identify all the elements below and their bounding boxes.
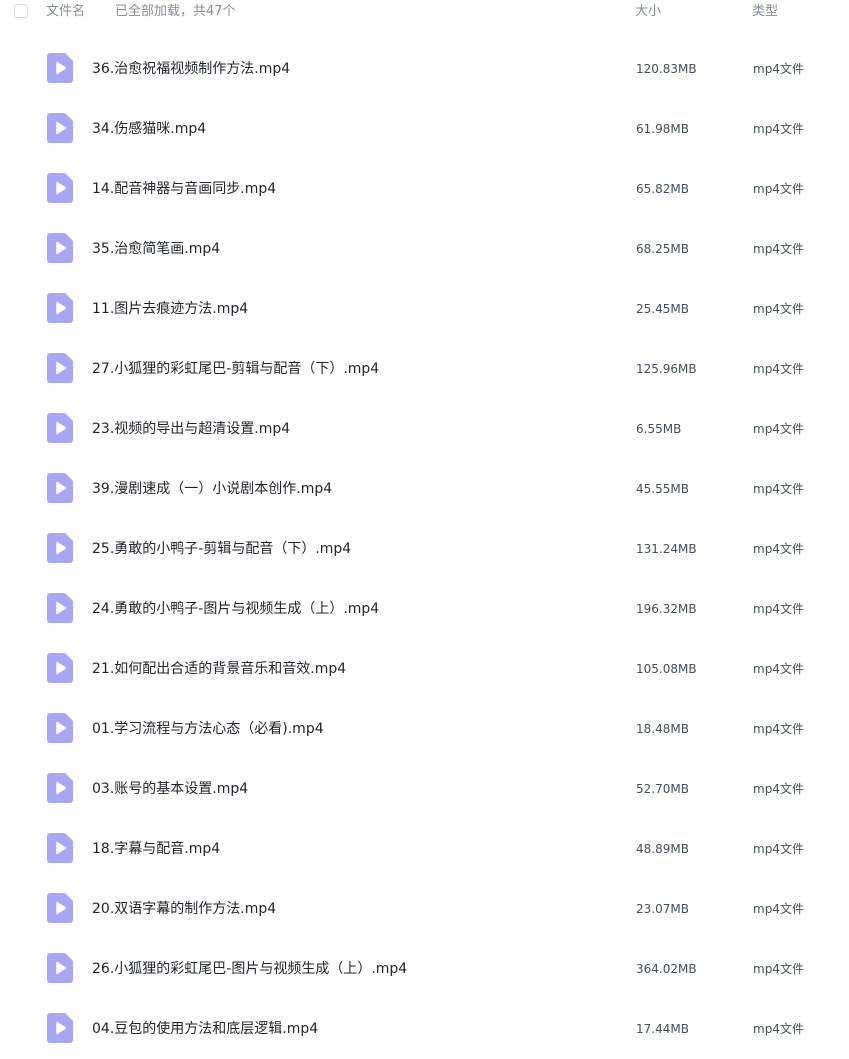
file-name[interactable]: 26.小狐狸的彩虹尾巴-图片与视频生成（上）.mp4 (92, 960, 407, 978)
file-name[interactable]: 03.账号的基本设置.mp4 (92, 780, 248, 798)
file-row[interactable]: 39.漫剧速成（一）小说剧本创作.mp4 45.55MB mp4文件 (0, 459, 849, 519)
file-type: mp4文件 (753, 842, 804, 856)
file-row[interactable]: 21.如何配出合适的背景音乐和音效.mp4 105.08MB mp4文件 (0, 639, 849, 699)
video-file-icon (47, 473, 73, 503)
select-all-checkbox[interactable] (14, 4, 28, 18)
file-type: mp4文件 (753, 902, 804, 916)
file-name[interactable]: 18.字幕与配音.mp4 (92, 840, 220, 858)
file-name[interactable]: 34.伤感猫咪.mp4 (92, 120, 206, 138)
file-row[interactable]: 24.勇敢的小鸭子-图片与视频生成（上）.mp4 196.32MB mp4文件 (0, 579, 849, 639)
video-file-icon (47, 353, 73, 383)
file-type: mp4文件 (753, 302, 804, 316)
file-row[interactable]: 14.配音神器与音画同步.mp4 65.82MB mp4文件 (0, 159, 849, 219)
file-size: 105.08MB (636, 662, 697, 676)
video-file-icon (47, 233, 73, 263)
file-row[interactable]: 36.治愈祝福视频制作方法.mp4 120.83MB mp4文件 (0, 39, 849, 99)
file-name[interactable]: 25.勇敢的小鸭子-剪辑与配音（下）.mp4 (92, 540, 351, 558)
video-file-icon (47, 653, 73, 683)
file-type: mp4文件 (753, 1022, 804, 1036)
file-row[interactable]: 27.小狐狸的彩虹尾巴-剪辑与配音（下）.mp4 125.96MB mp4文件 (0, 339, 849, 399)
file-row[interactable]: 11.图片去痕迹方法.mp4 25.45MB mp4文件 (0, 279, 849, 339)
video-file-icon (47, 53, 73, 83)
file-type: mp4文件 (753, 482, 804, 496)
file-name[interactable]: 23.视频的导出与超清设置.mp4 (92, 420, 290, 438)
file-type: mp4文件 (753, 362, 804, 376)
file-name[interactable]: 27.小狐狸的彩虹尾巴-剪辑与配音（下）.mp4 (92, 360, 379, 378)
file-type: mp4文件 (753, 962, 804, 976)
file-name[interactable]: 01.学习流程与方法心态（必看).mp4 (92, 720, 324, 738)
file-type: mp4文件 (753, 542, 804, 556)
file-type: mp4文件 (753, 122, 804, 136)
file-name[interactable]: 11.图片去痕迹方法.mp4 (92, 300, 248, 318)
video-file-icon (47, 1013, 73, 1043)
file-size: 61.98MB (636, 122, 689, 136)
file-name[interactable]: 14.配音神器与音画同步.mp4 (92, 180, 276, 198)
file-size: 45.55MB (636, 482, 689, 496)
file-name[interactable]: 04.豆包的使用方法和底层逻辑.mp4 (92, 1020, 318, 1038)
file-size: 23.07MB (636, 902, 689, 916)
file-name[interactable]: 36.治愈祝福视频制作方法.mp4 (92, 60, 290, 78)
file-row[interactable]: 01.学习流程与方法心态（必看).mp4 18.48MB mp4文件 (0, 699, 849, 759)
video-file-icon (47, 893, 73, 923)
video-file-icon (47, 773, 73, 803)
file-name[interactable]: 39.漫剧速成（一）小说剧本创作.mp4 (92, 480, 332, 498)
file-row[interactable]: 26.小狐狸的彩虹尾巴-图片与视频生成（上）.mp4 364.02MB mp4文件 (0, 939, 849, 999)
video-file-icon (47, 113, 73, 143)
file-type: mp4文件 (753, 602, 804, 616)
column-header-filename[interactable]: 文件名 (46, 4, 85, 20)
video-file-icon (47, 173, 73, 203)
file-type: mp4文件 (753, 782, 804, 796)
video-file-icon (47, 293, 73, 323)
video-file-icon (47, 953, 73, 983)
video-file-icon (47, 413, 73, 443)
file-row[interactable]: 25.勇敢的小鸭子-剪辑与配音（下）.mp4 131.24MB mp4文件 (0, 519, 849, 579)
video-file-icon (47, 533, 73, 563)
file-type: mp4文件 (753, 62, 804, 76)
file-size: 48.89MB (636, 842, 689, 856)
video-file-icon (47, 713, 73, 743)
file-row[interactable]: 04.豆包的使用方法和底层逻辑.mp4 17.44MB mp4文件 (0, 999, 849, 1059)
file-name[interactable]: 21.如何配出合适的背景音乐和音效.mp4 (92, 660, 346, 678)
file-type: mp4文件 (753, 242, 804, 256)
file-size: 131.24MB (636, 542, 697, 556)
loaded-status-text: 已全部加载，共47个 (115, 4, 236, 19)
file-size: 17.44MB (636, 1022, 689, 1036)
file-size: 68.25MB (636, 242, 689, 256)
file-size: 364.02MB (636, 962, 697, 976)
file-row[interactable]: 20.双语字幕的制作方法.mp4 23.07MB mp4文件 (0, 879, 849, 939)
file-size: 125.96MB (636, 362, 697, 376)
file-size: 120.83MB (636, 62, 697, 76)
file-row[interactable]: 34.伤感猫咪.mp4 61.98MB mp4文件 (0, 99, 849, 159)
file-type: mp4文件 (753, 182, 804, 196)
file-size: 25.45MB (636, 302, 689, 316)
file-row[interactable]: 18.字幕与配音.mp4 48.89MB mp4文件 (0, 819, 849, 879)
file-size: 52.70MB (636, 782, 689, 796)
file-size: 65.82MB (636, 182, 689, 196)
video-file-icon (47, 833, 73, 863)
file-name[interactable]: 20.双语字幕的制作方法.mp4 (92, 900, 276, 918)
file-name[interactable]: 24.勇敢的小鸭子-图片与视频生成（上）.mp4 (92, 600, 379, 618)
column-header-size[interactable]: 大小 (635, 4, 661, 20)
file-size: 18.48MB (636, 722, 689, 736)
file-row[interactable]: 03.账号的基本设置.mp4 52.70MB mp4文件 (0, 759, 849, 819)
file-name[interactable]: 35.治愈简笔画.mp4 (92, 240, 220, 258)
file-row[interactable]: 23.视频的导出与超清设置.mp4 6.55MB mp4文件 (0, 399, 849, 459)
video-file-icon (47, 593, 73, 623)
file-row[interactable]: 35.治愈简笔画.mp4 68.25MB mp4文件 (0, 219, 849, 279)
file-size: 6.55MB (636, 422, 682, 436)
file-type: mp4文件 (753, 722, 804, 736)
file-type: mp4文件 (753, 662, 804, 676)
file-type: mp4文件 (753, 422, 804, 436)
column-header-type[interactable]: 类型 (752, 4, 778, 20)
file-list-header: 文件名 已全部加载，共47个 大小 类型 (0, 0, 849, 26)
file-list: 36.治愈祝福视频制作方法.mp4 120.83MB mp4文件 34.伤感猫咪.mp… (0, 39, 849, 1059)
file-size: 196.32MB (636, 602, 697, 616)
